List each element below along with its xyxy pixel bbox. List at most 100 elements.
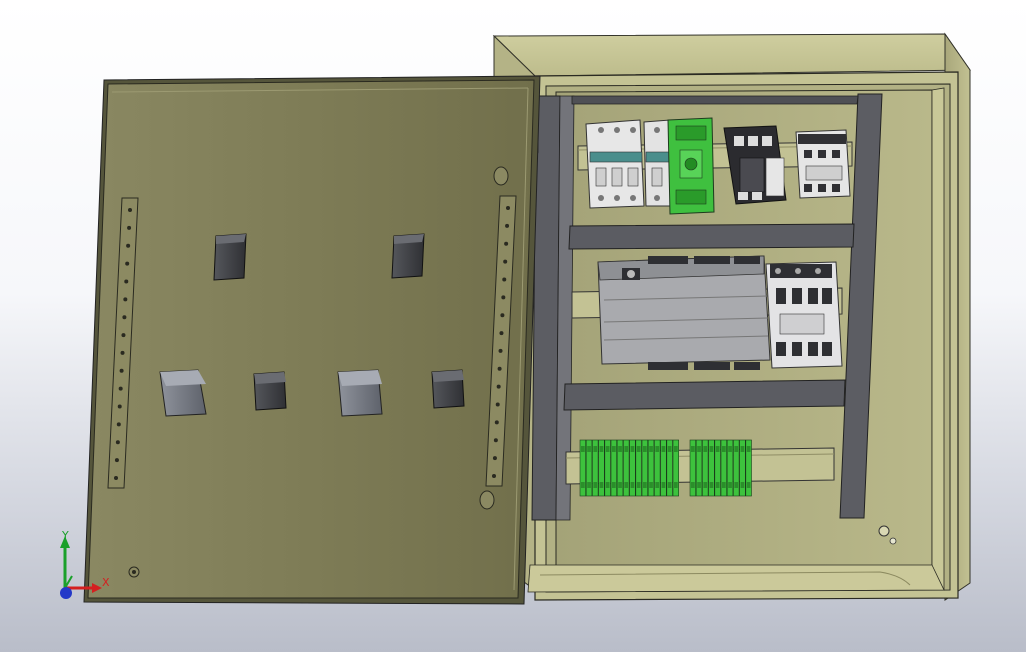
- rail-hole: [499, 331, 504, 336]
- rail-hole: [498, 348, 503, 353]
- selector-switch[interactable]: [159, 369, 207, 417]
- pilot-light[interactable]: [391, 233, 425, 279]
- rail-hole: [122, 315, 127, 320]
- terminal-block-group: [579, 439, 679, 497]
- rail-hole: [495, 402, 500, 407]
- terminal-screw: [674, 482, 678, 488]
- enclosure-door[interactable]: [83, 75, 541, 605]
- terminal-screw: [728, 482, 732, 488]
- rail-hole: [501, 295, 506, 300]
- x-axis-label: X: [102, 576, 110, 589]
- terminal-screw: [581, 482, 585, 488]
- rail-hole: [120, 350, 125, 355]
- terminal-screw: [746, 482, 751, 488]
- rail-hole: [497, 366, 502, 371]
- terminal-screw: [697, 482, 701, 488]
- terminal-screw: [734, 446, 739, 452]
- terminal-screw: [599, 446, 604, 452]
- rail-hole: [121, 333, 126, 338]
- enclosure-model-scene[interactable]: [0, 0, 1026, 652]
- rail-hole: [496, 384, 501, 389]
- terminal-screw: [630, 482, 635, 488]
- terminal-screw: [581, 446, 585, 452]
- selector-switch[interactable]: [337, 369, 383, 417]
- rail-hole: [505, 223, 510, 228]
- rail-hole: [493, 438, 498, 443]
- terminal-screw: [715, 482, 720, 488]
- terminal-screw: [636, 482, 641, 488]
- rail-hole: [127, 225, 132, 230]
- cad-viewport[interactable]: Y X: [0, 0, 1026, 652]
- terminal-screw: [703, 482, 708, 488]
- rail-hole: [124, 279, 129, 284]
- terminal-screw: [630, 446, 635, 452]
- terminal-screw: [612, 482, 616, 488]
- rail-hole: [117, 404, 122, 409]
- terminal-screw: [740, 446, 745, 452]
- y-axis-label: Y: [62, 529, 69, 542]
- terminal-screw: [709, 482, 714, 488]
- rail-hole: [500, 313, 505, 318]
- pilot-light[interactable]: [213, 233, 247, 281]
- rail-hole: [115, 440, 120, 445]
- z-axis-origin: [60, 587, 72, 599]
- terminal-screw: [618, 446, 622, 452]
- terminal-screw: [655, 482, 660, 488]
- contactor[interactable]: [795, 129, 851, 199]
- terminal-screw: [624, 446, 629, 452]
- rail-hole: [492, 456, 497, 461]
- terminal-screw: [715, 446, 720, 452]
- terminal-screw: [599, 482, 604, 488]
- terminal-screw: [587, 446, 591, 452]
- terminal-screw: [691, 482, 695, 488]
- terminal-screw: [605, 446, 610, 452]
- rail-hole: [118, 386, 123, 391]
- terminal-screw: [593, 446, 598, 452]
- terminal-screw: [636, 446, 641, 452]
- rail-hole: [503, 259, 508, 264]
- terminal-screw: [661, 446, 666, 452]
- terminal-screw: [722, 446, 726, 452]
- rail-hole: [504, 241, 509, 246]
- rail-hole: [119, 368, 124, 373]
- terminal-screw: [746, 446, 751, 452]
- terminal-screw: [703, 446, 708, 452]
- terminal-screw: [605, 482, 610, 488]
- terminal-screw: [734, 482, 739, 488]
- terminal-screw: [691, 446, 695, 452]
- push-button[interactable]: [431, 369, 465, 409]
- rail-hole: [114, 476, 118, 480]
- terminal-block-group: [689, 439, 752, 497]
- terminal-screw: [709, 446, 714, 452]
- contactor[interactable]: [765, 261, 843, 369]
- terminal-screw: [587, 482, 591, 488]
- terminal-screw: [643, 482, 647, 488]
- terminal-screw: [740, 482, 745, 488]
- circuit-breaker[interactable]: [585, 119, 645, 209]
- terminal-screw: [667, 482, 672, 488]
- terminal-screw: [655, 446, 660, 452]
- rail-hole: [114, 458, 119, 463]
- motor-protection-relay[interactable]: [667, 117, 715, 215]
- terminal-screw: [612, 446, 616, 452]
- coordinate-triad: Y X: [50, 530, 120, 605]
- terminal-screw: [624, 482, 629, 488]
- rail-hole: [126, 243, 131, 248]
- plc-controller[interactable]: [597, 255, 771, 370]
- terminal-screw: [643, 446, 647, 452]
- terminal-screw: [661, 482, 666, 488]
- rail-hole: [492, 474, 496, 478]
- rail-hole: [502, 277, 507, 282]
- terminal-screw: [722, 482, 726, 488]
- terminal-screw: [618, 482, 622, 488]
- rail-hole: [506, 206, 510, 210]
- terminal-screw: [649, 482, 653, 488]
- terminal-screw: [649, 446, 653, 452]
- rail-hole: [123, 297, 128, 302]
- terminal-screw: [697, 446, 701, 452]
- rail-hole: [116, 422, 121, 427]
- push-button[interactable]: [253, 371, 287, 411]
- triad-axes: [60, 536, 102, 599]
- terminal-screw: [674, 446, 678, 452]
- terminal-screw: [728, 446, 732, 452]
